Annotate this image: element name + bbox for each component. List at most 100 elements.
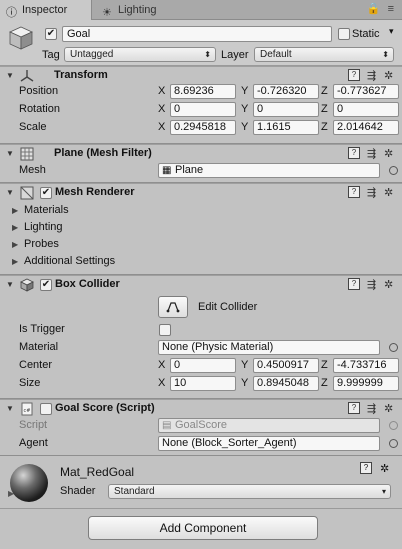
rotation-z-field[interactable]: 0 (333, 102, 399, 117)
rotation-x-field[interactable]: 0 (170, 102, 236, 117)
tab-menu-icon[interactable]: 🔒 ≡ (367, 2, 396, 15)
preset-sliders-icon[interactable]: ⇶ (367, 278, 376, 291)
mesh-renderer-enabled-checkbox[interactable]: ✔ (40, 187, 52, 199)
y-axis-label[interactable]: Y (241, 377, 248, 389)
gameobject-header: ✔ Goal Static ▾ Tag Untagged ⬍ Layer Defa… (0, 20, 402, 66)
center-y-field[interactable]: 0.4500917 (253, 358, 319, 373)
y-axis-label[interactable]: Y (241, 85, 248, 97)
x-axis-label[interactable]: X (158, 359, 165, 371)
mesh-filter-component: ▼ Plane (Mesh Filter) ? ⇶ ✲ Mesh ▦ Plane (0, 144, 402, 183)
position-z-field[interactable]: -0.773627 (333, 84, 399, 99)
gear-icon[interactable]: ✲ (384, 402, 393, 415)
script-row: Script ▤ GoalScore (0, 417, 402, 434)
tab-inspector[interactable]: ⓘ Inspector (0, 0, 92, 20)
transform-header[interactable]: ▼ Transform ? ⇶ ✲ (0, 66, 402, 84)
materials-section[interactable]: ▶ Materials (0, 202, 402, 219)
box-collider-enabled-checkbox[interactable]: ✔ (40, 279, 52, 291)
rotation-y-field[interactable]: 0 (253, 102, 319, 117)
object-picker-icon[interactable] (389, 343, 398, 352)
z-axis-label[interactable]: Z (321, 377, 328, 389)
help-book-icon[interactable]: ? (348, 186, 360, 198)
z-axis-label[interactable]: Z (321, 103, 328, 115)
is-trigger-checkbox[interactable] (159, 324, 171, 336)
fold-arrow-icon[interactable]: ▼ (6, 188, 14, 197)
fold-arrow-icon[interactable]: ▼ (6, 404, 14, 413)
preset-sliders-icon[interactable]: ⇶ (367, 186, 376, 199)
position-x-field[interactable]: 8.69236 (170, 84, 236, 99)
fold-arrow-icon[interactable]: ▼ (6, 149, 14, 158)
gear-icon[interactable]: ✲ (384, 186, 393, 199)
object-picker-icon[interactable] (389, 439, 398, 448)
tab-lighting[interactable]: ☀ Lighting (96, 0, 206, 20)
fold-arrow-icon[interactable]: ▼ (6, 280, 14, 289)
gear-icon[interactable]: ✲ (380, 462, 389, 475)
z-axis-label[interactable]: Z (321, 85, 328, 97)
goal-score-enabled-checkbox[interactable] (40, 403, 52, 415)
transform-component: ▼ Transform ? ⇶ ✲ Position X 8.69236 Y -… (0, 66, 402, 144)
help-book-icon[interactable]: ? (348, 69, 360, 81)
physic-material-row: Material None (Physic Material) (0, 339, 402, 356)
x-axis-label[interactable]: X (158, 85, 165, 97)
z-axis-label[interactable]: Z (321, 359, 328, 371)
size-label: Size (19, 377, 41, 389)
object-picker-icon[interactable] (389, 166, 398, 175)
fold-arrow-icon[interactable]: ▼ (6, 71, 14, 80)
expand-arrow-icon[interactable]: ▶ (12, 257, 18, 266)
mesh-renderer-header[interactable]: ▼ ✔ Mesh Renderer ? ⇶ ✲ (0, 183, 402, 201)
preset-sliders-icon[interactable]: ⇶ (367, 147, 376, 160)
size-x-field[interactable]: 10 (170, 376, 236, 391)
shader-dropdown[interactable]: Standard ▾ (108, 484, 391, 499)
lighting-section[interactable]: ▶ Lighting (0, 219, 402, 236)
static-dropdown-arrow[interactable]: ▾ (389, 26, 394, 37)
help-book-icon[interactable]: ? (360, 462, 372, 474)
help-book-icon[interactable]: ? (348, 278, 360, 290)
position-row: Position X 8.69236 Y -0.726320 Z -0.7736… (0, 83, 402, 100)
preset-sliders-icon[interactable]: ⇶ (367, 402, 376, 415)
expand-arrow-icon[interactable]: ▶ (12, 206, 18, 215)
tag-dropdown[interactable]: Untagged ⬍ (64, 47, 216, 62)
mesh-filter-header[interactable]: ▼ Plane (Mesh Filter) ? ⇶ ✲ (0, 144, 402, 162)
scale-x-field[interactable]: 0.2945818 (170, 120, 236, 135)
additional-settings-section[interactable]: ▶ Additional Settings (0, 253, 402, 270)
mesh-asset-icon: ▦ (162, 165, 172, 176)
static-checkbox[interactable] (338, 28, 350, 40)
box-collider-component: ▼ ✔ Box Collider ? ⇶ ✲ Edit Collider Is … (0, 275, 402, 399)
help-book-icon[interactable]: ? (348, 147, 360, 159)
y-axis-label[interactable]: Y (241, 121, 248, 133)
position-y-field[interactable]: -0.726320 (253, 84, 319, 99)
gear-icon[interactable]: ✲ (384, 69, 393, 82)
layer-dropdown[interactable]: Default ⬍ (254, 47, 394, 62)
y-axis-label[interactable]: Y (241, 103, 248, 115)
help-book-icon[interactable]: ? (348, 402, 360, 414)
box-collider-header[interactable]: ▼ ✔ Box Collider ? ⇶ ✲ (0, 275, 402, 293)
gear-icon[interactable]: ✲ (384, 147, 393, 160)
add-component-button[interactable]: Add Component (88, 516, 318, 540)
size-z-field[interactable]: 9.999999 (333, 376, 399, 391)
z-axis-label[interactable]: Z (321, 121, 328, 133)
center-x-field[interactable]: 0 (170, 358, 236, 373)
x-axis-label[interactable]: X (158, 377, 165, 389)
expand-arrow-icon[interactable]: ▶ (12, 223, 18, 232)
static-label: Static (352, 28, 380, 40)
center-z-field[interactable]: -4.733716 (333, 358, 399, 373)
scale-z-field[interactable]: 2.014642 (333, 120, 399, 135)
y-axis-label[interactable]: Y (241, 359, 248, 371)
material-fold-arrow-icon[interactable]: ▶ (8, 489, 14, 498)
preset-sliders-icon[interactable]: ⇶ (367, 69, 376, 82)
x-axis-label[interactable]: X (158, 103, 165, 115)
agent-field[interactable]: None (Block_Sorter_Agent) (158, 436, 380, 451)
gameobject-active-checkbox[interactable]: ✔ (45, 28, 57, 40)
scale-y-field[interactable]: 1.1615 (253, 120, 319, 135)
goal-score-header[interactable]: ▼ c# Goal Score (Script) ? ⇶ ✲ (0, 399, 402, 417)
gear-icon[interactable]: ✲ (384, 278, 393, 291)
box-collider-icon (20, 278, 34, 292)
gameobject-name-field[interactable]: Goal (62, 26, 332, 42)
center-label: Center (19, 359, 53, 371)
physic-material-field[interactable]: None (Physic Material) (158, 340, 380, 355)
size-y-field[interactable]: 0.8945048 (253, 376, 319, 391)
mesh-field[interactable]: ▦ Plane (158, 163, 380, 178)
probes-section[interactable]: ▶ Probes (0, 236, 402, 253)
expand-arrow-icon[interactable]: ▶ (12, 240, 18, 249)
edit-collider-button[interactable] (158, 296, 188, 318)
x-axis-label[interactable]: X (158, 121, 165, 133)
